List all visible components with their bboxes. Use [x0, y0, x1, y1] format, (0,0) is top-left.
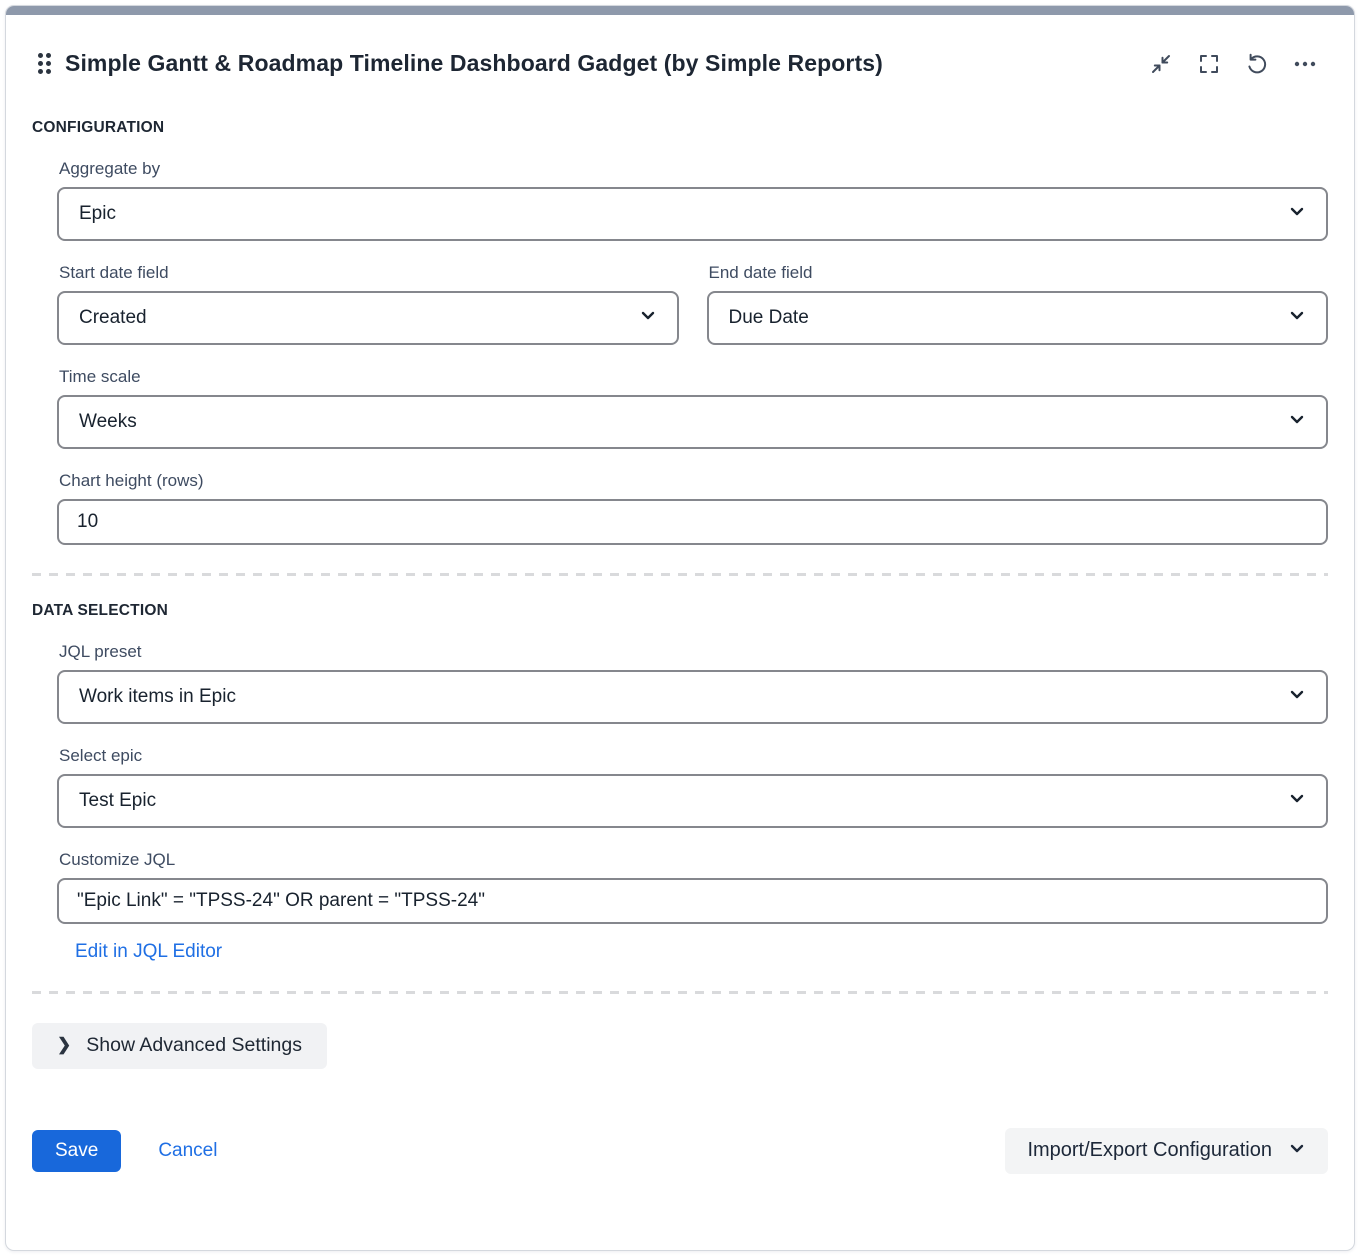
chevron-down-icon: [1288, 202, 1306, 226]
aggregate-by-label: Aggregate by: [59, 159, 1328, 179]
data-selection-section: JQL preset Work items in Epic Select epi…: [57, 642, 1328, 963]
select-epic-group: Select epic Test Epic: [57, 746, 1328, 828]
chart-height-label: Chart height (rows): [59, 471, 1328, 491]
advanced-toggle-label: Show Advanced Settings: [86, 1034, 302, 1057]
configuration-section: Aggregate by Epic Start date field Creat…: [57, 159, 1328, 545]
date-fields-row: Start date field Created End date field …: [57, 263, 1328, 345]
chevron-down-icon: [1288, 685, 1306, 709]
footer-actions: Save Cancel Import/Export Configuration: [32, 1128, 1328, 1174]
customize-jql-group: Customize JQL Edit in JQL Editor: [57, 850, 1328, 963]
start-date-select[interactable]: Created: [57, 291, 679, 345]
chevron-down-icon: [1288, 306, 1306, 330]
configuration-heading: CONFIGURATION: [32, 119, 1328, 137]
edit-jql-editor-link[interactable]: Edit in JQL Editor: [75, 941, 222, 963]
data-selection-heading: DATA SELECTION: [32, 602, 1328, 620]
aggregate-by-value: Epic: [79, 203, 116, 225]
section-divider: [32, 991, 1328, 994]
fullscreen-icon[interactable]: [1192, 47, 1226, 81]
cancel-link[interactable]: Cancel: [158, 1140, 217, 1162]
jql-preset-value: Work items in Epic: [79, 686, 236, 708]
gadget-color-strip: [6, 6, 1354, 15]
time-scale-value: Weeks: [79, 411, 137, 433]
chevron-down-icon: [1288, 789, 1306, 813]
select-epic-label: Select epic: [59, 746, 1328, 766]
gadget-header: Simple Gantt & Roadmap Timeline Dashboar…: [32, 15, 1328, 93]
chart-height-input[interactable]: [57, 499, 1328, 545]
start-date-label: Start date field: [59, 263, 679, 283]
gadget-title: Simple Gantt & Roadmap Timeline Dashboar…: [65, 50, 1144, 77]
more-icon[interactable]: [1288, 47, 1322, 81]
start-date-group: Start date field Created: [57, 263, 679, 345]
time-scale-select[interactable]: Weeks: [57, 395, 1328, 449]
end-date-label: End date field: [709, 263, 1329, 283]
customize-jql-input[interactable]: [57, 878, 1328, 924]
import-export-label: Import/Export Configuration: [1027, 1139, 1272, 1162]
jql-preset-group: JQL preset Work items in Epic: [57, 642, 1328, 724]
section-divider: [32, 573, 1328, 576]
jql-preset-label: JQL preset: [59, 642, 1328, 662]
chevron-down-icon: [639, 306, 657, 330]
gadget-toolbar: [1144, 47, 1322, 81]
aggregate-by-group: Aggregate by Epic: [57, 159, 1328, 241]
chart-height-group: Chart height (rows): [57, 471, 1328, 545]
drag-handle-icon[interactable]: [38, 53, 51, 74]
save-button[interactable]: Save: [32, 1130, 121, 1172]
show-advanced-settings-button[interactable]: ❯ Show Advanced Settings: [32, 1023, 327, 1069]
select-epic-value: Test Epic: [79, 790, 156, 812]
chevron-right-icon: ❯: [57, 1035, 71, 1055]
time-scale-label: Time scale: [59, 367, 1328, 387]
select-epic-select[interactable]: Test Epic: [57, 774, 1328, 828]
end-date-select[interactable]: Due Date: [707, 291, 1329, 345]
start-date-value: Created: [79, 307, 147, 329]
aggregate-by-select[interactable]: Epic: [57, 187, 1328, 241]
import-export-configuration-button[interactable]: Import/Export Configuration: [1005, 1128, 1328, 1174]
refresh-icon[interactable]: [1240, 47, 1274, 81]
customize-jql-label: Customize JQL: [59, 850, 1328, 870]
time-scale-group: Time scale Weeks: [57, 367, 1328, 449]
chevron-down-icon: [1288, 410, 1306, 434]
gadget-config-card: Simple Gantt & Roadmap Timeline Dashboar…: [5, 5, 1355, 1251]
end-date-group: End date field Due Date: [707, 263, 1329, 345]
chevron-down-icon: [1288, 1139, 1306, 1163]
jql-preset-select[interactable]: Work items in Epic: [57, 670, 1328, 724]
end-date-value: Due Date: [729, 307, 809, 329]
collapse-icon[interactable]: [1144, 47, 1178, 81]
